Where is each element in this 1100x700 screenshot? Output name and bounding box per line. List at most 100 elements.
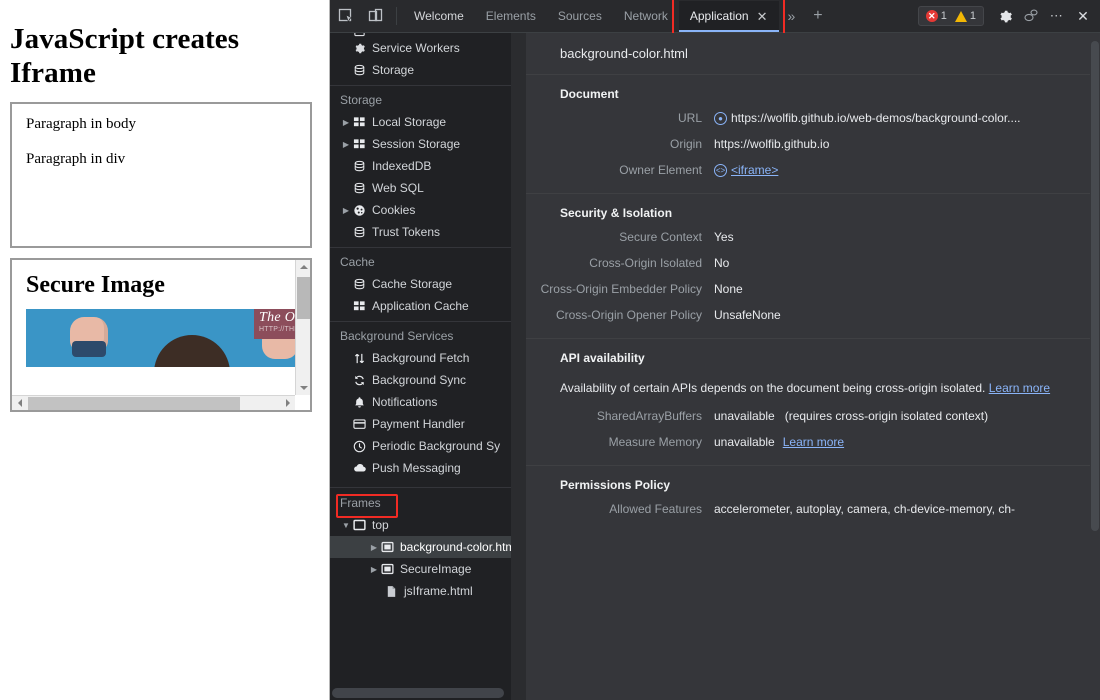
paragraph-in-div: Paragraph in div bbox=[26, 151, 296, 168]
detail-value: unavailable Learn more bbox=[714, 435, 844, 449]
tab-sources[interactable]: Sources bbox=[547, 1, 613, 32]
sidebar-item-notifications[interactable]: Notifications bbox=[330, 391, 511, 413]
secure-image-heading: Secure Image bbox=[12, 260, 310, 309]
target-icon[interactable]: ● bbox=[714, 112, 727, 125]
error-count: 1 bbox=[941, 10, 947, 22]
tab-elements[interactable]: Elements bbox=[475, 1, 547, 32]
tab-welcome[interactable]: Welcome bbox=[403, 1, 475, 32]
sidebar-item-trust-tokens[interactable]: Trust Tokens bbox=[330, 221, 511, 243]
sidebar-item-label: Background Fetch bbox=[372, 351, 469, 365]
vertical-scroll-thumb[interactable] bbox=[297, 277, 310, 319]
tab-application[interactable]: Application ✕ bbox=[679, 1, 779, 32]
add-tab-button[interactable]: + bbox=[804, 1, 831, 32]
frame-tree-item-top[interactable]: ▼ top bbox=[330, 514, 511, 536]
frames-group: Frames bbox=[330, 488, 511, 514]
application-sidebar: Service Workers Storage Storage ▶ bbox=[330, 33, 512, 700]
sidebar-item-label: Web SQL bbox=[372, 181, 424, 195]
chevron-right-icon[interactable]: ▶ bbox=[340, 206, 352, 215]
sidebar-item-label: Local Storage bbox=[372, 115, 446, 129]
sidebar-item-label: Background Sync bbox=[372, 373, 466, 387]
detail-row-measure-memory: Measure Memory unavailable Learn more bbox=[526, 435, 1090, 449]
more-options-icon[interactable]: ⋯ bbox=[1044, 3, 1070, 29]
page-title: JavaScript creates Iframe bbox=[10, 22, 319, 90]
warning-count: 1 bbox=[970, 10, 976, 22]
owner-element-link[interactable]: <iframe> bbox=[731, 163, 778, 177]
database-icon bbox=[352, 63, 366, 77]
sidebar-item-payment-handler[interactable]: Payment Handler bbox=[330, 413, 511, 435]
section-api-availability: API availability Availability of certain… bbox=[526, 339, 1090, 466]
sidebar-item-application-cache[interactable]: Application Cache bbox=[330, 295, 511, 317]
section-security-isolation: Security & Isolation Secure Context Yes … bbox=[526, 194, 1090, 339]
detail-value: https://wolfib.github.io bbox=[714, 137, 829, 151]
detail-row-secure-context: Secure Context Yes bbox=[526, 230, 1090, 244]
table-icon bbox=[352, 299, 366, 313]
feedback-icon[interactable] bbox=[1018, 3, 1044, 29]
panel-splitter[interactable] bbox=[512, 33, 526, 700]
updown-arrows-icon bbox=[352, 351, 366, 365]
gear-icon[interactable] bbox=[992, 3, 1018, 29]
iframe-vertical-scrollbar[interactable] bbox=[295, 260, 310, 395]
sidebar-item-session-storage[interactable]: ▶ Session Storage bbox=[330, 133, 511, 155]
chevron-right-icon[interactable]: ▶ bbox=[368, 543, 380, 552]
scroll-right-arrow-icon[interactable] bbox=[280, 396, 295, 410]
iframe-body-paragraphs: Paragraph in body Paragraph in div bbox=[10, 102, 312, 248]
frame-details-scroll: background-color.html Document URL ● htt… bbox=[526, 33, 1090, 700]
sidebar-item-web-sql[interactable]: Web SQL bbox=[330, 177, 511, 199]
sidebar-item-periodic-background-sync[interactable]: Periodic Background Sy bbox=[330, 435, 511, 457]
detail-key: Origin bbox=[526, 137, 714, 151]
sidebar-item-push-messaging[interactable]: Push Messaging bbox=[330, 457, 511, 479]
sidebar-item-label: Periodic Background Sy bbox=[372, 439, 500, 453]
horizontal-scroll-thumb[interactable] bbox=[28, 397, 240, 410]
sidebar-item-cookies[interactable]: ▶ Cookies bbox=[330, 199, 511, 221]
document-icon bbox=[384, 584, 398, 598]
devtools-panel: Welcome Elements Sources Network Applica… bbox=[330, 0, 1100, 700]
detail-value: accelerometer, autoplay, camera, ch-devi… bbox=[714, 502, 1015, 516]
api-availability-note: Availability of certain APIs depends on … bbox=[526, 375, 1090, 401]
iframe-horizontal-scrollbar[interactable] bbox=[12, 395, 295, 410]
warning-icon bbox=[955, 11, 967, 22]
toolbar-divider bbox=[396, 7, 397, 25]
frame-tree-item-jsiframe[interactable]: jsIframe.html bbox=[330, 580, 511, 602]
scroll-left-arrow-icon[interactable] bbox=[12, 396, 27, 410]
device-toolbar-icon[interactable] bbox=[362, 3, 390, 29]
sidebar-item-background-fetch[interactable]: Background Fetch bbox=[330, 347, 511, 369]
gear-icon bbox=[352, 41, 366, 55]
database-icon bbox=[352, 277, 366, 291]
chevron-right-icon[interactable]: ▶ bbox=[340, 140, 352, 149]
sidebar-group-title-storage: Storage bbox=[330, 86, 511, 111]
measure-memory-learn-more-link[interactable]: Learn more bbox=[783, 435, 844, 449]
sidebar-item-label: Service Workers bbox=[372, 41, 460, 55]
more-tabs-button[interactable]: » bbox=[779, 1, 805, 32]
detail-value: Yes bbox=[714, 230, 734, 244]
sidebar-horizontal-scrollbar[interactable] bbox=[330, 686, 511, 700]
detail-vertical-scrollbar[interactable] bbox=[1090, 33, 1100, 700]
scroll-up-arrow-icon[interactable] bbox=[296, 260, 311, 274]
sidebar-item-service-workers[interactable]: Service Workers bbox=[330, 37, 511, 59]
detail-scroll-thumb[interactable] bbox=[1091, 41, 1099, 531]
error-icon: ✕ bbox=[926, 10, 938, 22]
table-icon bbox=[352, 115, 366, 129]
sidebar-item-indexeddb[interactable]: IndexedDB bbox=[330, 155, 511, 177]
frame-tree-item-secure-image[interactable]: ▶ SecureImage bbox=[330, 558, 511, 580]
section-heading: Permissions Policy bbox=[526, 478, 1090, 492]
chevron-down-icon[interactable]: ▼ bbox=[340, 521, 352, 530]
paragraph-in-body: Paragraph in body bbox=[26, 116, 296, 133]
inspect-element-icon[interactable] bbox=[332, 3, 360, 29]
sidebar-item-storage[interactable]: Storage bbox=[330, 59, 511, 81]
sidebar-scroll-thumb[interactable] bbox=[332, 688, 504, 698]
chevron-right-icon[interactable]: ▶ bbox=[368, 565, 380, 574]
code-icon[interactable]: <> bbox=[714, 164, 727, 177]
sidebar-item-cache-storage[interactable]: Cache Storage bbox=[330, 273, 511, 295]
frame-tree-item-label: jsIframe.html bbox=[404, 584, 473, 598]
tab-network[interactable]: Network bbox=[613, 1, 679, 32]
sidebar-item-local-storage[interactable]: ▶ Local Storage bbox=[330, 111, 511, 133]
chevron-right-icon[interactable]: ▶ bbox=[340, 118, 352, 127]
sidebar-item-label: Application Cache bbox=[372, 299, 469, 313]
frame-tree-item-background-color[interactable]: ▶ background-color.htm bbox=[330, 536, 511, 558]
issues-badge[interactable]: ✕ 1 1 bbox=[918, 6, 984, 26]
close-icon[interactable]: ✕ bbox=[1070, 3, 1096, 29]
api-note-learn-more-link[interactable]: Learn more bbox=[989, 381, 1050, 395]
sidebar-item-background-sync[interactable]: Background Sync bbox=[330, 369, 511, 391]
tab-application-close-icon[interactable]: ✕ bbox=[757, 10, 768, 23]
scroll-down-arrow-icon[interactable] bbox=[296, 381, 311, 395]
